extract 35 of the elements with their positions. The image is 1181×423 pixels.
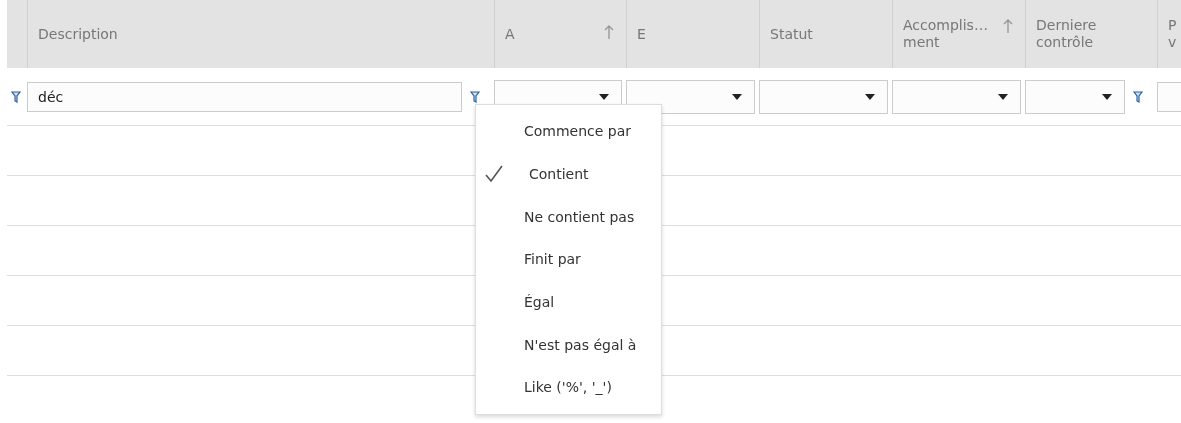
caret-icon bbox=[1102, 93, 1112, 100]
filter-dropdown[interactable] bbox=[759, 79, 888, 114]
filter-icon[interactable] bbox=[470, 90, 480, 103]
menu-item-label: Like ('%', '_') bbox=[524, 379, 612, 396]
menu-item[interactable]: Finit par bbox=[476, 238, 661, 281]
menu-item[interactable]: Égal bbox=[476, 280, 661, 324]
menu-item-label: Finit par bbox=[524, 251, 581, 268]
filter-dropdown[interactable] bbox=[892, 79, 1021, 114]
caret-icon bbox=[998, 93, 1008, 100]
filter-icon[interactable] bbox=[1133, 90, 1143, 103]
column-header[interactable]: Description bbox=[38, 25, 118, 43]
menu-item-label: Ne contient pas bbox=[524, 208, 635, 225]
filter-dropdown[interactable] bbox=[626, 79, 755, 114]
column-header[interactable]: Statut bbox=[770, 25, 813, 43]
sort-arrow-icon bbox=[604, 24, 614, 40]
menu-item[interactable]: Commence par bbox=[476, 110, 661, 153]
column-header[interactable]: Accomplis… ment bbox=[903, 17, 988, 51]
menu-item[interactable]: N'est pas égal à bbox=[476, 323, 661, 367]
menu-item[interactable]: Like ('%', '_') bbox=[476, 366, 661, 409]
menu-item[interactable]: Ne contient pas bbox=[476, 195, 661, 239]
filter-input-field[interactable]: déc bbox=[27, 81, 462, 112]
caret-icon bbox=[732, 93, 742, 100]
menu-item-label: Contient bbox=[529, 166, 589, 183]
filter-icon[interactable] bbox=[11, 90, 21, 103]
menu-item-label: Égal bbox=[524, 294, 555, 311]
menu-item[interactable]: Contient bbox=[476, 152, 661, 196]
filter-dropdown[interactable] bbox=[1025, 79, 1125, 114]
column-header[interactable]: A bbox=[505, 25, 515, 43]
caret-icon bbox=[599, 93, 609, 100]
menu-item-label: Commence par bbox=[524, 123, 632, 140]
sort-arrow-icon bbox=[1003, 18, 1013, 34]
caret-icon bbox=[865, 93, 875, 100]
column-header[interactable]: P v bbox=[1168, 17, 1177, 51]
column-header[interactable]: Derniere contrôle bbox=[1036, 17, 1097, 51]
menu-item-label: N'est pas égal à bbox=[524, 336, 637, 353]
